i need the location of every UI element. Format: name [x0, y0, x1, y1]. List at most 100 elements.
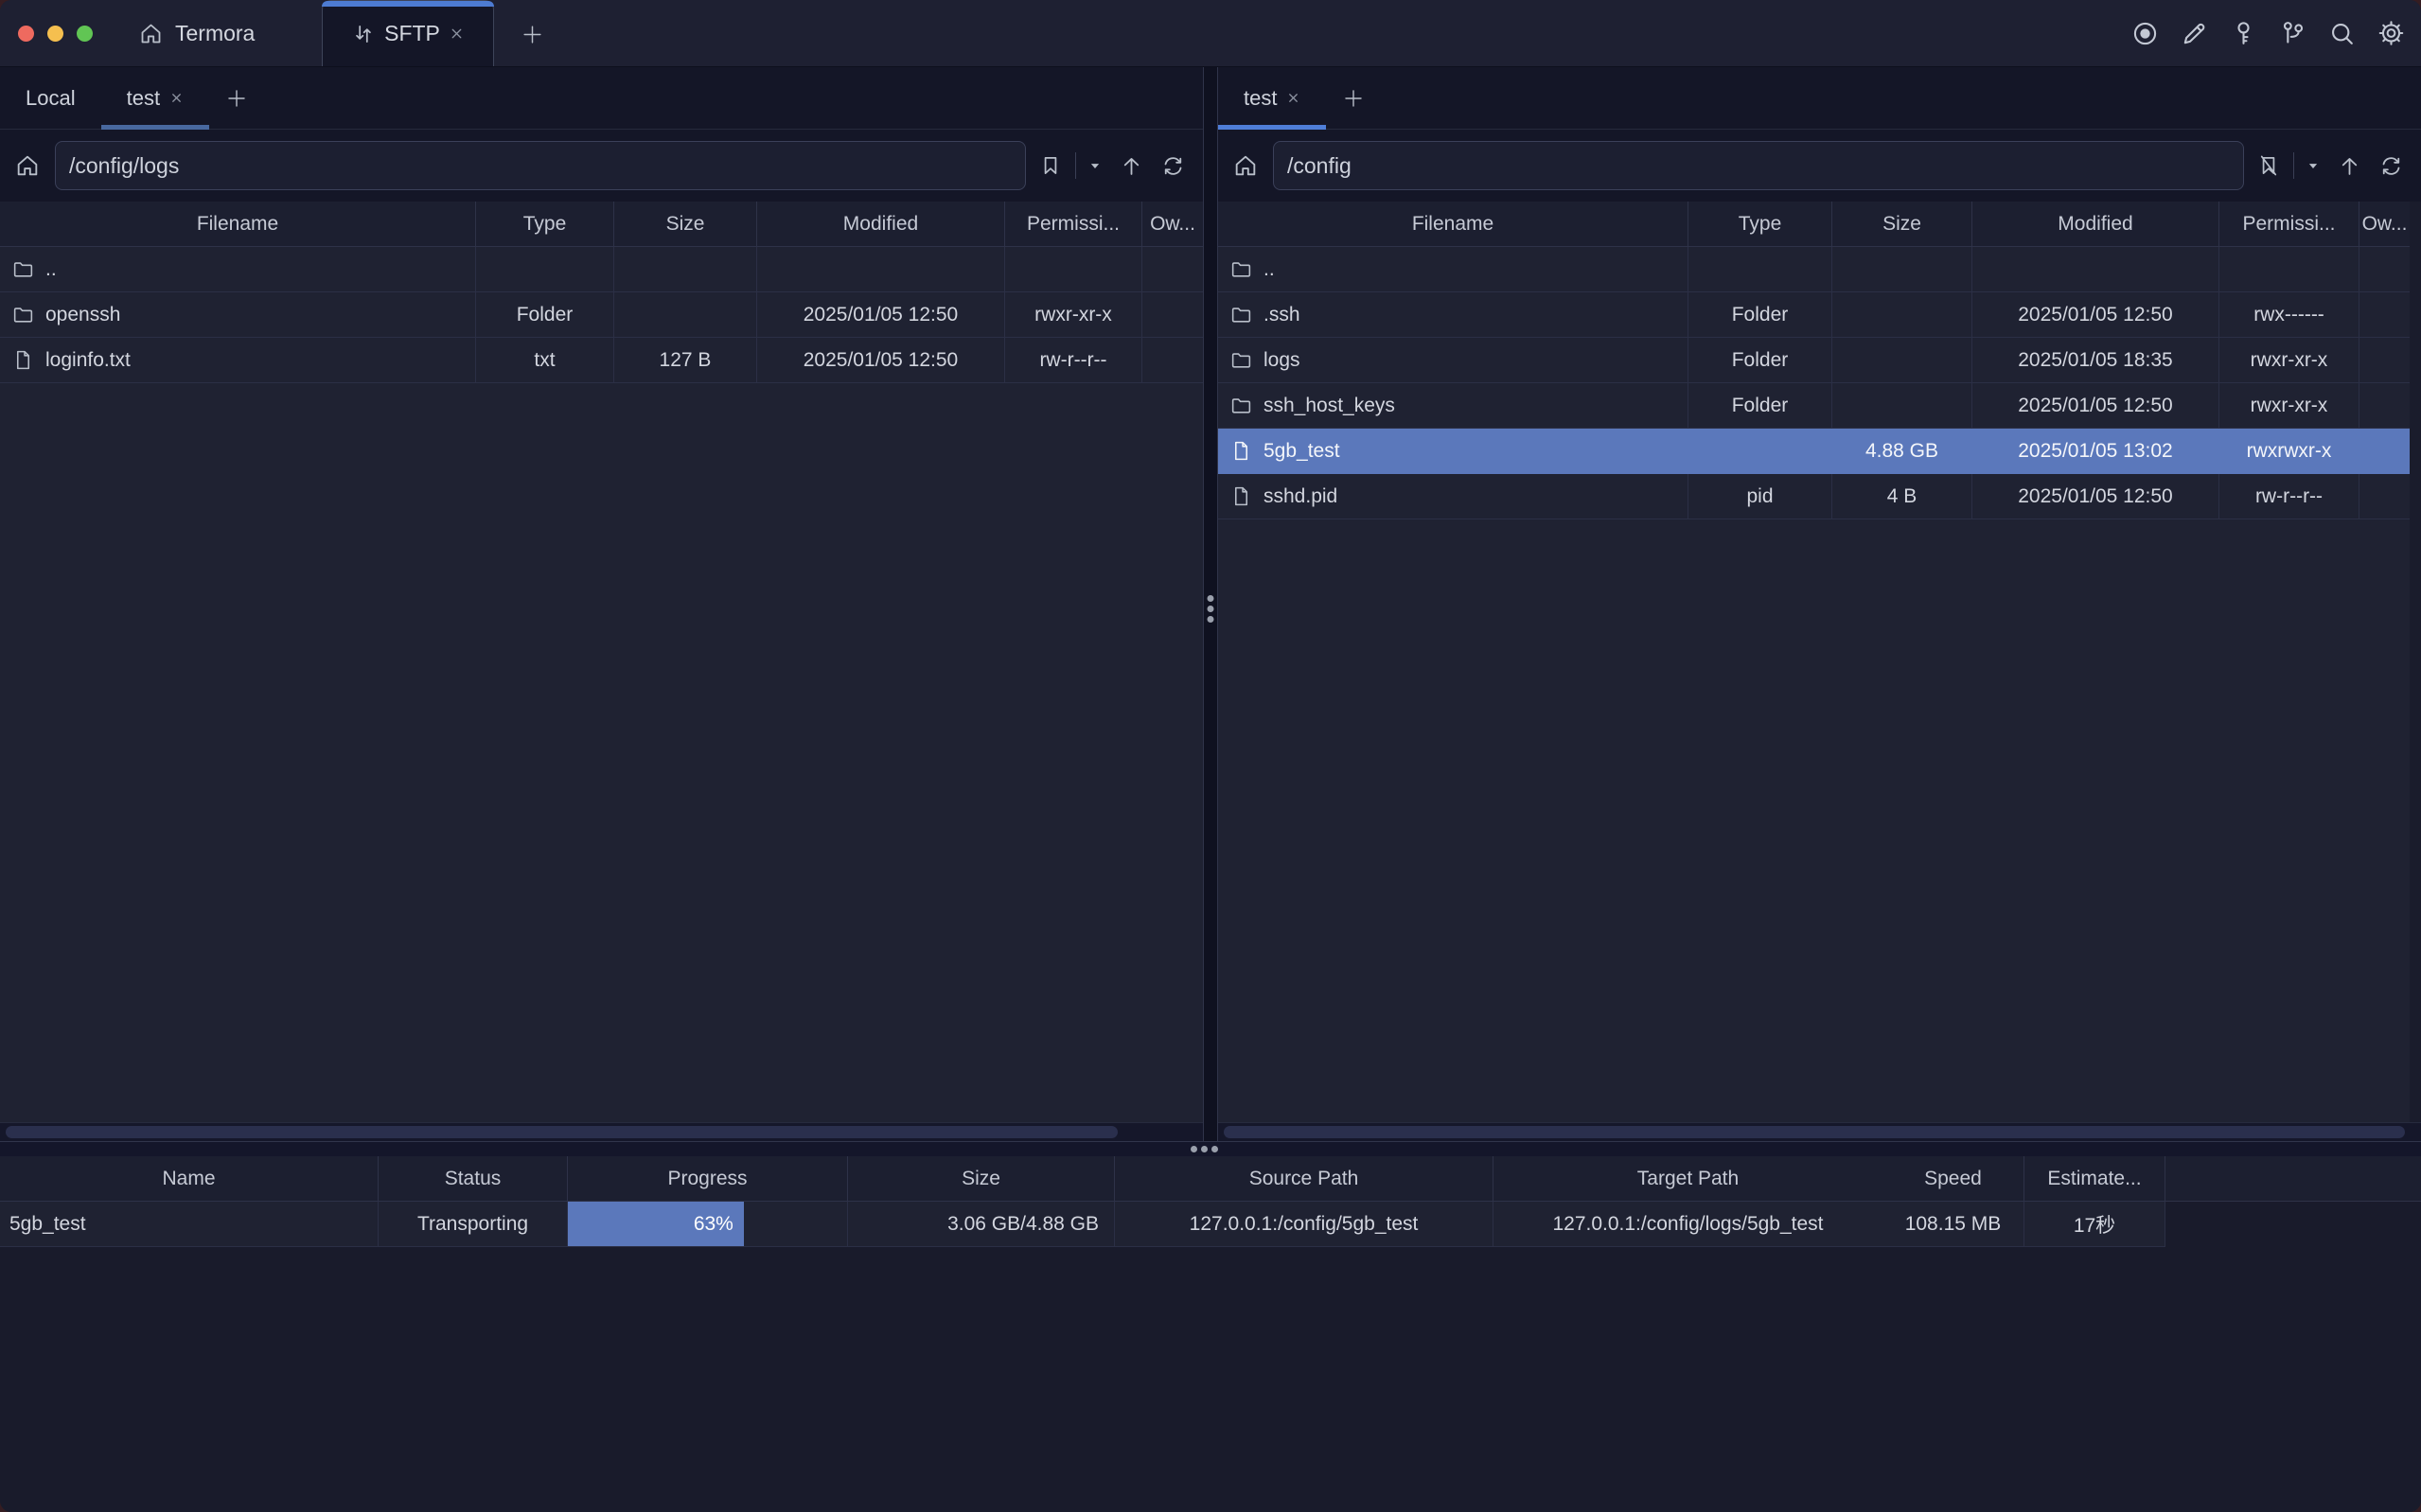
- column-header-owner[interactable]: Ow...: [2359, 202, 2410, 247]
- transfer-progress-label: 63%: [694, 1213, 733, 1236]
- up-icon[interactable]: [2332, 147, 2366, 185]
- column-header-filename[interactable]: Filename: [0, 202, 476, 247]
- folder-icon: [1229, 394, 1253, 417]
- bookmark-icon[interactable]: [1034, 147, 1068, 185]
- transfer-progress[interactable]: 63%: [568, 1202, 848, 1247]
- left-path-toolbar: [0, 130, 1203, 202]
- settings-icon[interactable]: [2377, 19, 2406, 48]
- transfer-target-path[interactable]: 127.0.0.1:/config/logs/5gb_test: [1493, 1202, 1882, 1247]
- transfer-estimate[interactable]: 17秒: [2024, 1202, 2165, 1247]
- edit-icon[interactable]: [2180, 19, 2209, 48]
- minimize-window-button[interactable]: [47, 26, 63, 42]
- dropdown-caret-icon[interactable]: [1084, 147, 1106, 185]
- toolbar-separator: [2293, 152, 2294, 179]
- titlebar-actions: [2130, 0, 2406, 66]
- close-icon[interactable]: [449, 26, 465, 42]
- right-file-pane: test: [1218, 67, 2421, 1141]
- left-file-area: Filename Type Size Modified Permissi... …: [0, 202, 1203, 1122]
- column-header-name[interactable]: Name: [0, 1156, 379, 1202]
- transfer-table: Name Status Progress Size Source Path Ta…: [0, 1156, 2421, 1247]
- keychain-icon[interactable]: [2278, 19, 2307, 48]
- transfer-speed[interactable]: 108.15 MB: [1882, 1202, 2024, 1247]
- right-file-area: Filename Type Size Modified Permissi... …: [1218, 202, 2421, 1122]
- toolbar-separator: [1075, 152, 1076, 179]
- transfer-size[interactable]: 3.06 GB/4.88 GB: [848, 1202, 1115, 1247]
- close-window-button[interactable]: [18, 26, 34, 42]
- left-file-pane: Local test: [0, 67, 1203, 1141]
- right-path-toolbar: [1218, 130, 2421, 202]
- column-header-type[interactable]: Type: [1688, 202, 1832, 247]
- scrollbar-thumb[interactable]: [1224, 1126, 2405, 1138]
- column-header-size[interactable]: Size: [614, 202, 757, 247]
- transfer-source-path[interactable]: 127.0.0.1:/config/5gb_test: [1115, 1202, 1493, 1247]
- pane-splitter-horizontal[interactable]: [0, 1141, 2421, 1156]
- home-icon[interactable]: [1226, 146, 1265, 185]
- tab-test-left[interactable]: test: [101, 67, 209, 129]
- bookmark-slash-icon[interactable]: [2252, 147, 2286, 185]
- file-icon: [1229, 439, 1253, 463]
- dropdown-caret-icon[interactable]: [2302, 147, 2324, 185]
- column-header-filler: [2165, 1156, 2421, 1202]
- column-header-speed[interactable]: Speed: [1882, 1156, 2024, 1202]
- record-icon[interactable]: [2130, 19, 2160, 48]
- column-header-size[interactable]: Size: [848, 1156, 1115, 1202]
- new-pane-tab-button[interactable]: [215, 77, 258, 120]
- column-header-modified[interactable]: Modified: [1972, 202, 2219, 247]
- sftp-split-view: Local test: [0, 67, 2421, 1141]
- close-icon[interactable]: [169, 91, 184, 105]
- left-path-input[interactable]: [55, 141, 1026, 190]
- transfer-queue-panel: Name Status Progress Size Source Path Ta…: [0, 1156, 2421, 1512]
- traffic-lights: [18, 26, 93, 42]
- column-header-progress[interactable]: Progress: [568, 1156, 848, 1202]
- refresh-icon[interactable]: [2374, 147, 2408, 185]
- up-icon[interactable]: [1114, 147, 1148, 185]
- transfer-name[interactable]: 5gb_test: [0, 1202, 379, 1247]
- close-icon[interactable]: [1286, 91, 1300, 105]
- new-pane-tab-button[interactable]: [1332, 77, 1375, 120]
- right-file-table: Filename Type Size Modified Permissi... …: [1218, 202, 2410, 519]
- folder-icon: [1229, 348, 1253, 372]
- pane-splitter-vertical[interactable]: [1203, 67, 1218, 1141]
- search-icon[interactable]: [2327, 19, 2357, 48]
- home-icon: [138, 21, 164, 46]
- column-header-filename[interactable]: Filename: [1218, 202, 1688, 247]
- tab-sftp-label: SFTP: [384, 21, 440, 46]
- column-header-estimate[interactable]: Estimate...: [2024, 1156, 2165, 1202]
- column-header-permissions[interactable]: Permissi...: [1005, 202, 1142, 247]
- column-header-type[interactable]: Type: [476, 202, 614, 247]
- tab-local[interactable]: Local: [0, 67, 101, 129]
- column-header-size[interactable]: Size: [1832, 202, 1972, 247]
- zoom-window-button[interactable]: [77, 26, 93, 42]
- column-header-source-path[interactable]: Source Path: [1115, 1156, 1493, 1202]
- splitter-grip-icon: [1208, 595, 1214, 623]
- column-header-modified[interactable]: Modified: [757, 202, 1005, 247]
- app-title: Termora: [175, 21, 255, 46]
- folder-icon: [11, 257, 35, 281]
- column-header-owner[interactable]: Ow...: [1142, 202, 1203, 247]
- transfer-updown-icon: [351, 22, 376, 46]
- left-horizontal-scrollbar: [0, 1122, 1203, 1141]
- column-header-permissions[interactable]: Permissi...: [2219, 202, 2359, 247]
- key-icon[interactable]: [2229, 19, 2258, 48]
- vertical-scrollbar-gutter: [2410, 202, 2421, 1122]
- tab-test-right[interactable]: test: [1218, 67, 1326, 129]
- home-icon[interactable]: [8, 146, 47, 185]
- new-tab-button[interactable]: [511, 13, 553, 55]
- titlebar: Termora SFTP: [0, 0, 2421, 67]
- refresh-icon[interactable]: [1156, 147, 1190, 185]
- file-icon: [1229, 484, 1253, 508]
- file-icon: [11, 348, 35, 372]
- app-window: Termora SFTP: [0, 0, 2421, 1512]
- transfer-row-filler: [2165, 1202, 2421, 1247]
- folder-icon: [1229, 303, 1253, 326]
- transfer-status[interactable]: Transporting: [379, 1202, 568, 1247]
- app-home-tab[interactable]: Termora: [138, 21, 255, 46]
- transfer-progress-fill: 63%: [568, 1202, 744, 1246]
- column-header-status[interactable]: Status: [379, 1156, 568, 1202]
- folder-icon: [1229, 257, 1253, 281]
- scrollbar-thumb[interactable]: [6, 1126, 1118, 1138]
- right-path-input[interactable]: [1273, 141, 2244, 190]
- column-header-target-path[interactable]: Target Path: [1493, 1156, 1882, 1202]
- tab-sftp[interactable]: SFTP: [322, 0, 494, 66]
- right-horizontal-scrollbar: [1218, 1122, 2421, 1141]
